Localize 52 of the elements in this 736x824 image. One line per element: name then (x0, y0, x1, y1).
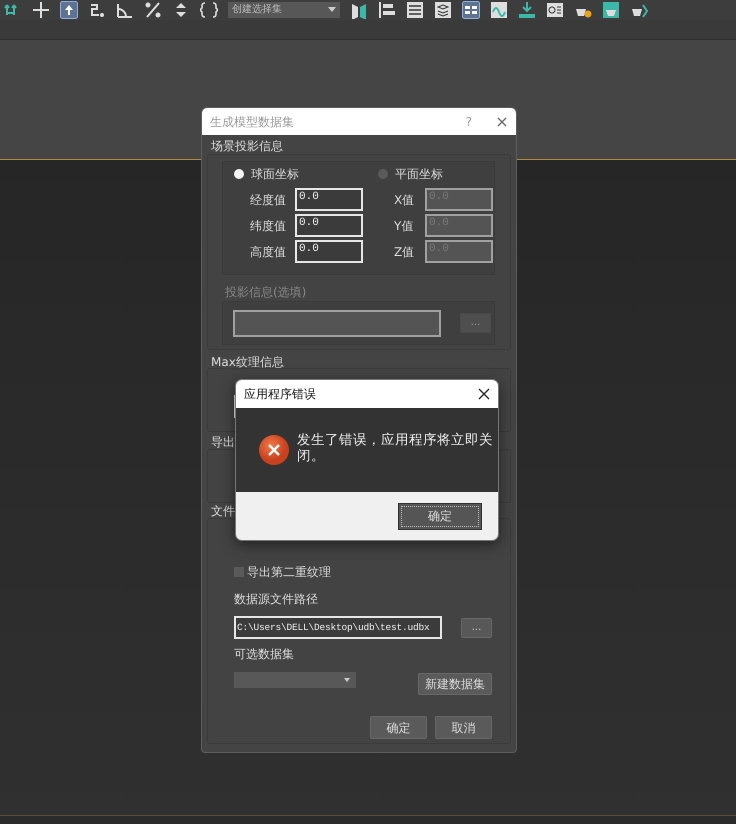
dialog-title: 生成模型数据集 (210, 114, 295, 130)
close-icon[interactable] (478, 388, 490, 400)
radio-label: 球面坐标 (251, 166, 299, 183)
input-field[interactable] (233, 310, 441, 336)
input-field[interactable]: 0.0 (295, 240, 363, 263)
field-label: Z值 (394, 244, 416, 260)
caret-icon (328, 7, 336, 13)
group-label: 导出 (211, 435, 235, 449)
input-field[interactable]: 0.0 (295, 214, 363, 237)
group-label: 场景投影信息 (211, 139, 283, 153)
help-button[interactable]: ? (466, 112, 472, 130)
render-setup-icon[interactable] (546, 1, 564, 19)
teapot-icon[interactable] (602, 1, 620, 19)
mirror-icon[interactable] (350, 1, 368, 19)
angle-snap-icon[interactable] (116, 1, 134, 19)
radio-button[interactable] (234, 169, 244, 179)
layer-list-icon[interactable] (406, 1, 424, 19)
field-label: 纬度值 (250, 218, 287, 234)
field-label: 可选数据集 (234, 646, 295, 663)
download-icon[interactable] (518, 1, 536, 19)
error-message: 发生了错误，应用程序将立即关闭。 (297, 432, 494, 464)
percent-snap-icon[interactable] (144, 1, 162, 19)
field-label: Y值 (394, 218, 414, 234)
curve-editor-icon[interactable] (490, 1, 508, 19)
caret-icon (344, 678, 350, 682)
dialog-button[interactable]: 确定 (370, 716, 427, 739)
move-icon[interactable] (32, 1, 50, 19)
select-icon[interactable] (60, 1, 78, 19)
group-label: Max纹理信息 (211, 355, 284, 369)
layers-icon[interactable] (434, 1, 452, 19)
input-field[interactable]: C:\Users\DELL\Desktop\udb\test.udbx (234, 616, 442, 639)
group-label: 文件 (211, 504, 235, 518)
dialog-button[interactable]: 取消 (435, 716, 492, 739)
radio-label: 平面坐标 (395, 166, 443, 183)
group-label: 投影信息(选填) (225, 285, 306, 299)
checkbox-label: 导出第二重纹理 (247, 564, 331, 581)
radio-button[interactable] (378, 169, 388, 179)
field-label: X值 (394, 192, 416, 208)
ok-button[interactable]: 确定 (398, 502, 482, 530)
input-field[interactable]: 0.0 (295, 188, 363, 211)
field-label: 数据源文件路径 (234, 591, 319, 608)
new-dataset-button[interactable]: 新建数据集 (418, 673, 492, 695)
ribbon-icon[interactable] (462, 1, 480, 19)
align-icon[interactable] (378, 1, 396, 19)
error-icon (259, 435, 289, 465)
dialog-title: 应用程序错误 (244, 386, 317, 403)
selection-set-dropdown[interactable]: 创建选择集 (228, 2, 340, 18)
browse-button[interactable]: ... (461, 618, 492, 638)
snap-icon[interactable] (88, 1, 106, 19)
field-label: 高度值 (250, 244, 287, 260)
field-label: 经度值 (250, 192, 287, 208)
named-set-icon[interactable] (200, 1, 218, 19)
